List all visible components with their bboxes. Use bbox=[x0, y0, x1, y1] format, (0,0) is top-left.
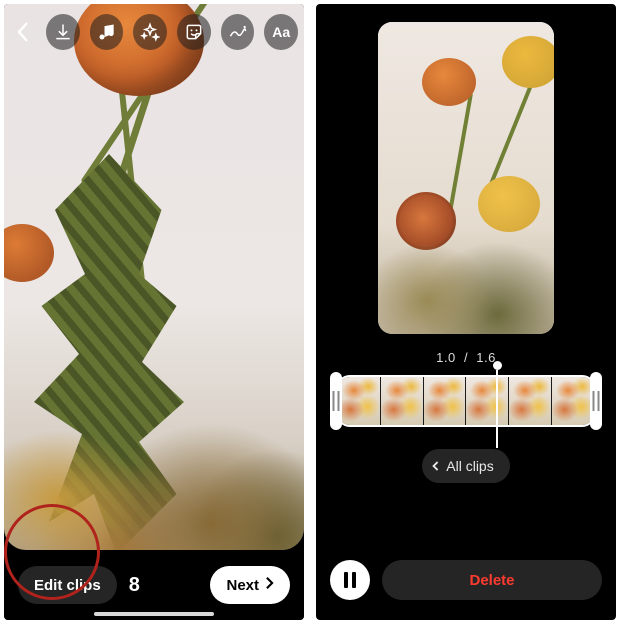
flower-scene-small bbox=[378, 22, 554, 334]
chevron-left-icon bbox=[432, 460, 440, 472]
trim-handle-left[interactable] bbox=[330, 372, 342, 430]
clip-controls: Delete bbox=[316, 556, 616, 604]
next-label: Next bbox=[226, 577, 259, 594]
editor-toolbar: Aa bbox=[10, 10, 298, 54]
clip-thumbnail[interactable] bbox=[509, 377, 552, 425]
time-readout: 1.0 / 1.6 bbox=[436, 350, 496, 365]
clip-thumbnail[interactable] bbox=[552, 377, 594, 425]
time-current: 1.0 bbox=[436, 350, 456, 365]
media-preview[interactable] bbox=[4, 4, 304, 550]
edit-clips-button[interactable]: Edit clips bbox=[18, 566, 117, 604]
music-icon[interactable] bbox=[90, 14, 124, 50]
text-aa-icon[interactable]: Aa bbox=[264, 14, 298, 50]
clip-count: 8 bbox=[129, 574, 140, 597]
clip-preview[interactable] bbox=[378, 22, 554, 334]
home-indicator bbox=[94, 612, 214, 616]
trim-handle-right[interactable] bbox=[590, 372, 602, 430]
pause-icon bbox=[344, 572, 356, 588]
time-separator: / bbox=[464, 350, 468, 365]
download-icon[interactable] bbox=[46, 14, 80, 50]
sticker-icon[interactable] bbox=[177, 14, 211, 50]
clip-editor-screen: 1.0 / 1.6 All clips bbox=[316, 4, 616, 620]
all-clips-label: All clips bbox=[446, 458, 493, 474]
reel-editor-screen: Aa Edit clips 8 Next bbox=[4, 4, 304, 620]
trim-strip[interactable] bbox=[336, 375, 596, 427]
back-button[interactable] bbox=[10, 16, 36, 48]
play-pause-button[interactable] bbox=[330, 560, 370, 600]
chevron-right-icon bbox=[265, 576, 274, 594]
clip-thumbnail[interactable] bbox=[381, 377, 424, 425]
clip-thumbnail[interactable] bbox=[338, 377, 381, 425]
delete-clip-button[interactable]: Delete bbox=[382, 560, 602, 600]
sparkle-effects-icon[interactable] bbox=[133, 14, 167, 50]
thumbnail-strip bbox=[336, 375, 596, 427]
next-button[interactable]: Next bbox=[210, 566, 290, 604]
editor-bottom-bar: Edit clips 8 Next bbox=[4, 550, 304, 620]
clip-thumbnail[interactable] bbox=[424, 377, 467, 425]
editor-canvas: Aa Edit clips 8 Next bbox=[4, 4, 304, 620]
flower-scene bbox=[4, 4, 304, 550]
edit-clips-label: Edit clips bbox=[34, 577, 101, 594]
delete-label: Delete bbox=[469, 572, 514, 589]
all-clips-button[interactable]: All clips bbox=[422, 449, 509, 483]
clip-thumbnail[interactable] bbox=[466, 377, 509, 425]
draw-icon[interactable] bbox=[221, 14, 255, 50]
